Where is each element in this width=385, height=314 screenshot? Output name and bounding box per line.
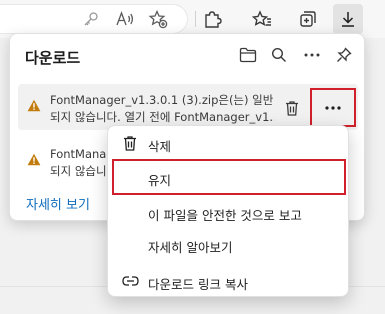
downloads-icon[interactable]	[333, 4, 363, 34]
warning-icon	[27, 153, 41, 166]
warning-icon	[27, 99, 41, 112]
extensions-icon[interactable]	[197, 4, 227, 34]
menu-item-delete[interactable]: 삭제	[112, 128, 346, 158]
more-dots-icon	[325, 105, 341, 110]
item-more-actions-button[interactable]	[310, 88, 356, 127]
download-message-line1: FontManager_v1.3.0.1 (3).zip은(는) 일반적으로 다…	[50, 93, 274, 107]
download-context-menu: 삭제 유지 이 파일을 안전한 것으로 보고 자세히 알아보기 다운로드 링크 …	[107, 125, 349, 297]
downloads-title: 다운로드	[25, 49, 81, 67]
more-options-icon[interactable]	[299, 42, 325, 68]
menu-item-label: 다운로드 링크 복사	[148, 277, 248, 292]
menu-item-label: 자세히 알아보기	[148, 240, 233, 255]
collections-icon[interactable]	[293, 4, 323, 34]
link-icon	[122, 275, 139, 287]
menu-item-keep[interactable]: 유지	[112, 159, 346, 195]
menu-item-label: 삭제	[148, 139, 172, 154]
menu-item-label: 유지	[148, 173, 172, 188]
menu-item-report-safe[interactable]: 이 파일을 안전한 것으로 보고	[112, 197, 346, 227]
menu-item-learn-more[interactable]: 자세히 알아보기	[112, 229, 346, 259]
download-item[interactable]: FontManager_v1.3.0.1 (3).zip은(는) 일반적으로 다…	[18, 84, 358, 130]
delete-trash-icon[interactable]	[280, 96, 304, 120]
toolbar-divider	[195, 11, 196, 27]
menu-item-copy-link[interactable]: 다운로드 링크 복사	[112, 266, 346, 296]
menu-item-label: 이 파일을 안전한 것으로 보고	[148, 208, 302, 223]
favorites-icon[interactable]	[247, 4, 277, 34]
search-icon[interactable]	[266, 42, 292, 68]
open-folder-icon[interactable]	[235, 42, 261, 68]
pin-icon[interactable]	[331, 42, 357, 68]
trash-icon	[122, 135, 138, 152]
download-message-line2: 되지 않습니다. 열기 전에 FontManager_v1.3.0.1 (3).…	[50, 110, 274, 124]
see-more-link[interactable]: 자세히 보기	[26, 194, 90, 213]
key-icon[interactable]	[76, 4, 106, 34]
read-aloud-icon[interactable]	[110, 4, 140, 34]
add-favorite-icon[interactable]	[143, 4, 173, 34]
